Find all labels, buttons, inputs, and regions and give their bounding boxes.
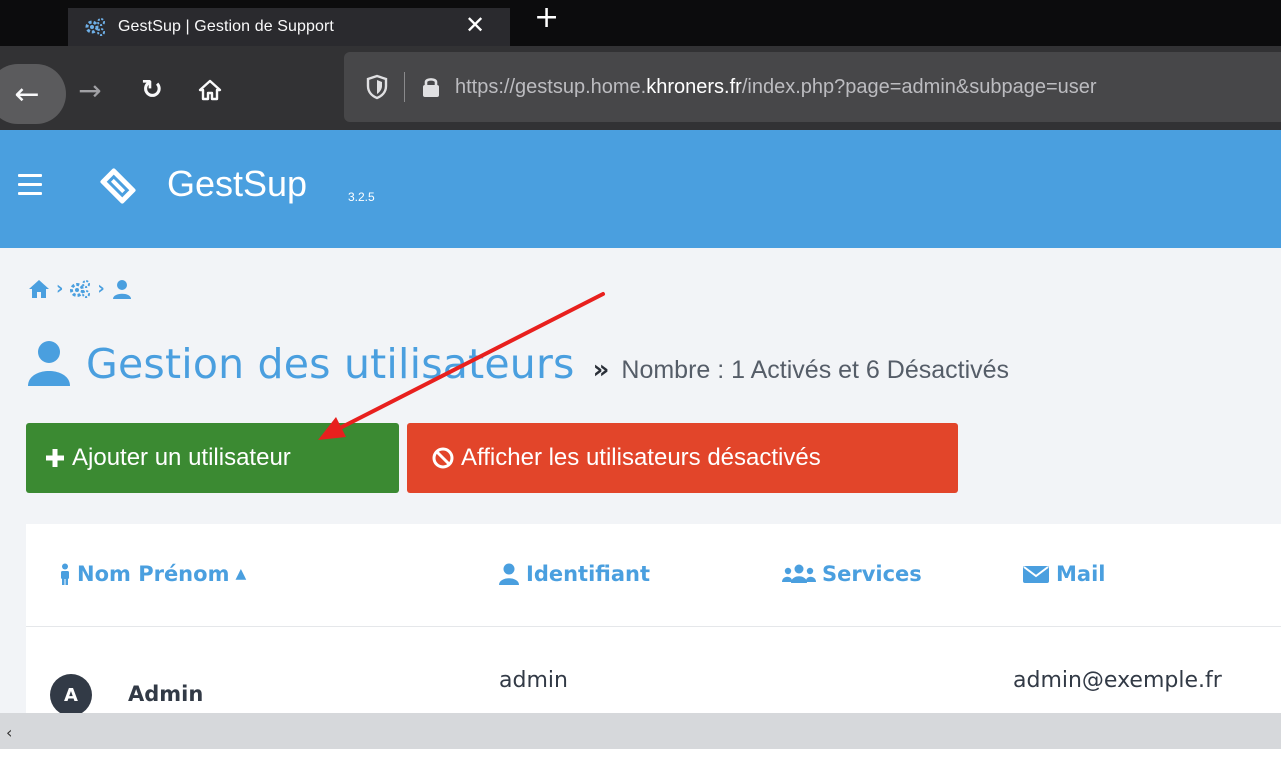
column-header-mail[interactable]: Mail <box>1022 562 1105 586</box>
user-icon[interactable] <box>111 279 133 299</box>
app-header: GestSup 3.2.5 <box>0 130 1281 248</box>
user-icon <box>28 341 70 386</box>
url-domain: khroners.fr <box>646 75 742 98</box>
reload-icon[interactable]: ↻ <box>132 70 172 110</box>
show-disabled-users-label: Afficher les utilisateurs désactivés <box>461 444 821 471</box>
column-header-login[interactable]: Identifiant <box>498 562 650 586</box>
scroll-left-icon[interactable]: ‹ <box>6 723 12 742</box>
main-content: › › Gestion des utilisateurs » Nombre : … <box>0 248 1281 771</box>
url-prefix: https://gestsup.home. <box>455 75 647 98</box>
person-icon <box>61 563 69 585</box>
sort-asc-icon[interactable]: ▲ <box>235 566 246 582</box>
breadcrumb-chevron-icon: › <box>97 278 105 299</box>
url-suffix: /index.php?page=admin&subpage=user <box>741 75 1097 98</box>
horizontal-scrollbar[interactable]: ‹ <box>0 713 1281 749</box>
users-table: Nom Prénom ▲ Identifiant Services Mail A… <box>26 524 1281 734</box>
table-header: Nom Prénom ▲ Identifiant Services Mail <box>26 524 1281 627</box>
page-title: Gestion des utilisateurs <box>86 340 575 388</box>
page-heading: Gestion des utilisateurs » Nombre : 1 Ac… <box>26 332 1009 388</box>
browser-tab-strip: GestSup | Gestion de Support ✕ + <box>0 0 1281 46</box>
cell-mail: admin@exemple.fr <box>1013 668 1222 693</box>
column-label-services: Services <box>822 562 922 586</box>
ticket-logo-icon <box>100 168 136 204</box>
avatar: A <box>50 674 92 716</box>
tab-close-icon[interactable]: ✕ <box>465 8 485 42</box>
back-arrow-icon[interactable]: ← <box>0 64 66 124</box>
cell-login: admin <box>499 668 568 693</box>
address-bar[interactable]: https://gestsup.home.khroners.fr/index.p… <box>344 52 1281 122</box>
browser-nav-bar: ← → ↻ https://gestsup.home.khroners.fr/i… <box>0 46 1281 130</box>
show-disabled-users-button[interactable]: Afficher les utilisateurs désactivés <box>407 423 958 493</box>
home-icon[interactable] <box>190 70 230 110</box>
browser-tab[interactable]: GestSup | Gestion de Support ✕ <box>68 8 510 46</box>
page: GestSup | Gestion de Support ✕ + ← → ↻ h… <box>0 0 1281 771</box>
breadcrumb: › › <box>28 278 133 299</box>
app-brand[interactable]: GestSup <box>167 163 307 205</box>
hamburger-menu-icon[interactable] <box>18 174 42 198</box>
home-icon[interactable] <box>28 279 50 299</box>
tab-title: GestSup | Gestion de Support <box>118 18 334 35</box>
column-header-services[interactable]: Services <box>782 562 922 586</box>
add-user-button[interactable]: Ajouter un utilisateur <box>26 423 399 493</box>
new-tab-icon[interactable]: + <box>534 3 559 33</box>
lock-icon[interactable] <box>421 75 441 99</box>
breadcrumb-chevron-icon: › <box>56 278 64 299</box>
envelope-icon <box>1023 566 1049 583</box>
url-text[interactable]: https://gestsup.home.khroners.fr/index.p… <box>455 76 1097 99</box>
double-chevron-right-icon: » <box>592 355 610 385</box>
gears-favicon-icon <box>85 18 105 36</box>
ban-icon <box>432 447 454 469</box>
user-count: Nombre : 1 Activés et 6 Désactivés <box>621 356 1010 384</box>
user-icon <box>499 563 519 585</box>
address-bar-separator <box>404 72 405 102</box>
column-label-name: Nom Prénom <box>77 562 230 586</box>
add-user-label: Ajouter un utilisateur <box>72 444 291 471</box>
forward-arrow-icon[interactable]: → <box>70 70 110 110</box>
users-group-icon <box>782 564 816 583</box>
cell-name[interactable]: Admin <box>128 682 203 706</box>
column-label-login: Identifiant <box>526 562 651 586</box>
gears-icon[interactable] <box>69 279 91 299</box>
shield-icon[interactable] <box>366 74 388 100</box>
plus-icon <box>46 449 64 467</box>
app-version: 3.2.5 <box>348 190 375 204</box>
column-header-name[interactable]: Nom Prénom ▲ <box>59 562 246 586</box>
column-label-mail: Mail <box>1056 562 1106 586</box>
bottom-strip <box>0 749 1281 771</box>
